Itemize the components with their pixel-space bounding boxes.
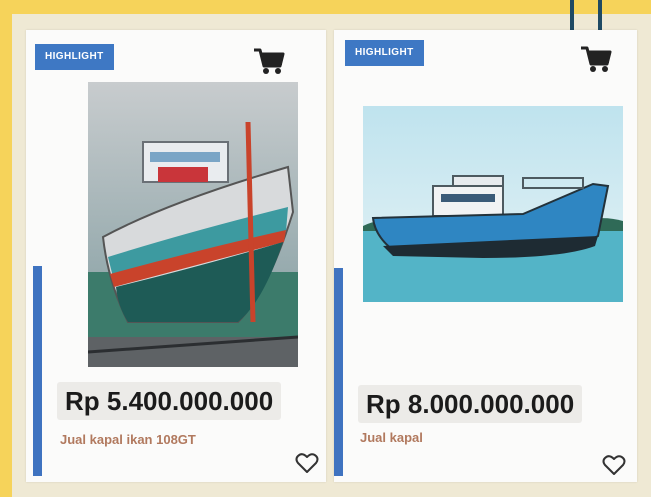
accent-bar xyxy=(334,268,343,476)
product-photo[interactable] xyxy=(363,106,623,302)
product-card[interactable]: HIGHLIGHT Rp 8.000.000.000 Jual kapal xyxy=(334,30,637,482)
product-price: Rp 5.400.000.000 xyxy=(57,382,282,420)
highlight-badge: HIGHLIGHT xyxy=(35,44,114,70)
accent-bar xyxy=(33,266,42,476)
product-title[interactable]: Jual kapal ikan 108GT xyxy=(60,432,196,447)
cart-icon[interactable] xyxy=(252,44,286,78)
product-price: Rp 8.000.000.000 xyxy=(358,385,583,423)
product-card[interactable]: HIGHLIGHT Rp 5.400.000.000 Jual kapal ik xyxy=(26,30,326,482)
heart-icon[interactable] xyxy=(295,452,319,474)
product-photo[interactable] xyxy=(88,82,298,367)
product-title[interactable]: Jual kapal xyxy=(360,430,423,445)
heart-icon[interactable] xyxy=(602,454,626,476)
highlight-badge: HIGHLIGHT xyxy=(345,40,424,66)
cart-icon[interactable] xyxy=(579,42,613,76)
